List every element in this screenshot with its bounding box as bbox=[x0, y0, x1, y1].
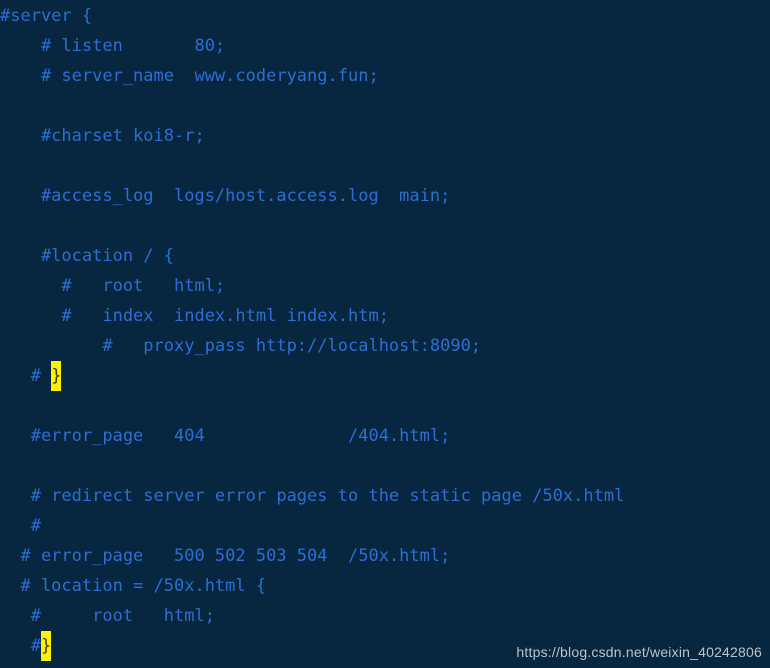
code-line[interactable] bbox=[0, 391, 770, 421]
code-line[interactable] bbox=[0, 211, 770, 241]
code-line[interactable]: # listen 80; bbox=[0, 31, 770, 61]
code-text: # index index.html index.htm; bbox=[0, 306, 389, 326]
code-line[interactable]: # root html; bbox=[0, 271, 770, 301]
code-line[interactable] bbox=[0, 91, 770, 121]
code-text: # listen 80; bbox=[0, 36, 226, 56]
code-line[interactable]: # proxy_pass http://localhost:8090; bbox=[0, 331, 770, 361]
code-text-area[interactable]: #server { # listen 80; # server_name www… bbox=[0, 0, 770, 661]
code-text: # server_name www.coderyang.fun; bbox=[0, 66, 379, 86]
code-line[interactable]: # error_page 500 502 503 504 /50x.html; bbox=[0, 541, 770, 571]
code-line[interactable]: #location / { bbox=[0, 241, 770, 271]
code-line[interactable] bbox=[0, 151, 770, 181]
watermark-url: https://blog.csdn.net/weixin_40242806 bbox=[516, 644, 762, 660]
code-line[interactable]: # bbox=[0, 511, 770, 541]
code-editor-pane[interactable]: #server { # listen 80; # server_name www… bbox=[0, 0, 770, 668]
code-line[interactable]: # location = /50x.html { bbox=[0, 571, 770, 601]
code-line[interactable]: # root html; bbox=[0, 601, 770, 631]
code-line[interactable]: # } bbox=[0, 361, 770, 391]
code-line[interactable]: # server_name www.coderyang.fun; bbox=[0, 61, 770, 91]
code-text: #server { bbox=[0, 6, 93, 26]
code-text: # location = /50x.html { bbox=[0, 576, 267, 596]
code-text: # bbox=[0, 516, 41, 536]
code-text: # redirect server error pages to the sta… bbox=[0, 486, 625, 506]
code-text: # bbox=[0, 636, 41, 656]
code-text: #error_page 404 /404.html; bbox=[0, 426, 451, 446]
code-text: # error_page 500 502 503 504 /50x.html; bbox=[0, 546, 451, 566]
code-line[interactable]: #access_log logs/host.access.log main; bbox=[0, 181, 770, 211]
code-text: #charset koi8-r; bbox=[0, 126, 205, 146]
code-line[interactable]: #server { bbox=[0, 1, 770, 31]
code-line[interactable]: #error_page 404 /404.html; bbox=[0, 421, 770, 451]
code-line[interactable]: #charset koi8-r; bbox=[0, 121, 770, 151]
code-text: #access_log logs/host.access.log main; bbox=[0, 186, 451, 206]
code-text: # proxy_pass http://localhost:8090; bbox=[0, 336, 482, 356]
code-text: # root html; bbox=[0, 276, 226, 296]
code-line[interactable] bbox=[0, 451, 770, 481]
matching-brace-highlight: } bbox=[40, 631, 52, 661]
code-line[interactable]: # redirect server error pages to the sta… bbox=[0, 481, 770, 511]
matching-brace-highlight: } bbox=[51, 361, 62, 391]
code-text: #location / { bbox=[0, 246, 174, 266]
code-text: # root html; bbox=[0, 606, 215, 626]
code-line[interactable]: # index index.html index.htm; bbox=[0, 301, 770, 331]
code-text: # bbox=[0, 366, 52, 386]
